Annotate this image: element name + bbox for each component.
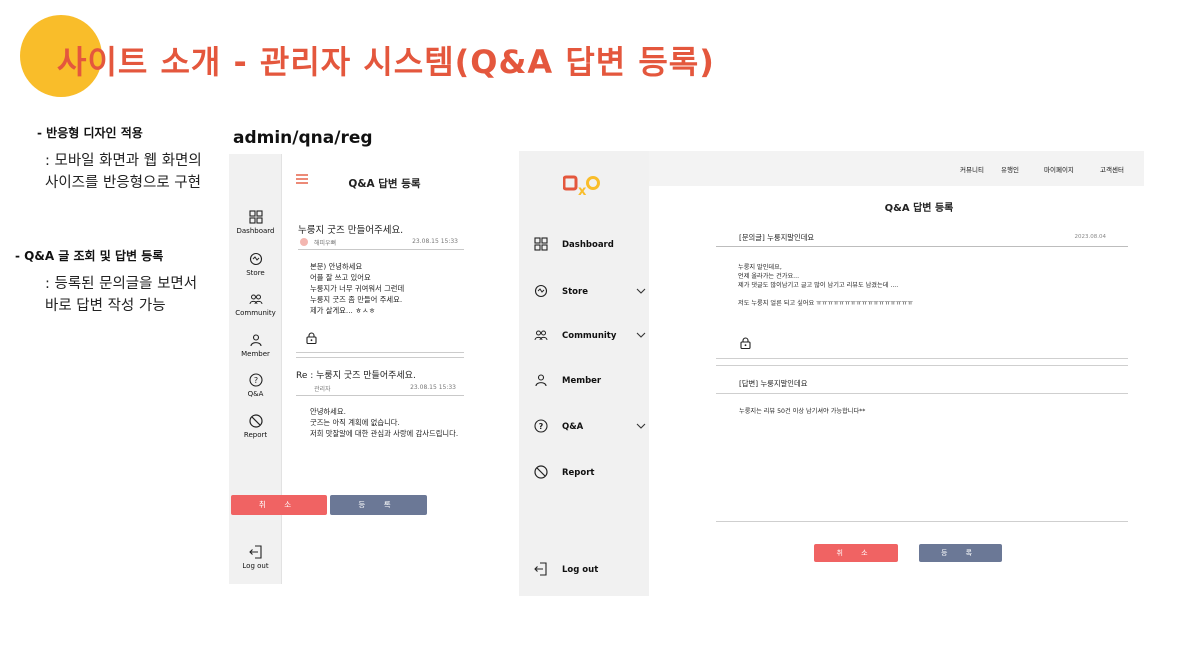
web-question-title: [문의글] 누룽지말인데요 [739, 233, 815, 242]
note-heading-qna: - Q&A 글 조회 및 답변 등록 [15, 249, 164, 263]
web-answer-title: [답변] 누룽지말인데요 [739, 379, 808, 388]
logout-icon [248, 545, 262, 559]
store-icon [249, 252, 262, 266]
web-nav-report[interactable]: Report [534, 465, 646, 483]
note-heading-responsive: - 반응형 디자인 적용 [37, 126, 143, 140]
report-icon [248, 414, 263, 428]
mobile-nav-dashboard[interactable]: Dashboard [229, 210, 282, 235]
mobile-question-body: 본문) 안녕하세요 어플 잘 쓰고 있어요 누룽지가 너무 귀여워서 그런데 누… [310, 262, 405, 315]
web-nav-label: Community [562, 331, 617, 341]
web-nav-label: Member [562, 376, 602, 386]
mobile-nav-label: Community [235, 309, 276, 317]
top-link-user[interactable]: 유행인 [1001, 164, 1019, 174]
mobile-question-title: 누룽지 굿즈 만들어주세요. [298, 225, 404, 236]
web-nav-member[interactable]: Member [534, 373, 646, 391]
top-link-mypage[interactable]: 마이페이지 [1044, 164, 1074, 174]
divider [716, 521, 1128, 522]
note-body-responsive: : 모바일 화면과 웹 화면의 사이즈를 반응형으로 구현 [45, 153, 202, 191]
mobile-answer-author: 관리자 [314, 386, 331, 393]
mobile-screen: Dashboard Store Community Member ? Q&A R… [229, 154, 487, 584]
chevron-down-icon[interactable] [636, 423, 646, 429]
mobile-page-title: Q&A 답변 등록 [348, 178, 421, 190]
mobile-nav-label: Member [241, 350, 270, 358]
mobile-nav-member[interactable]: Member [229, 333, 282, 358]
web-question-body: 누룽지 말인데요, 언제 올라가는 건가요... 제가 댓글도 많이남기고 글고… [738, 264, 913, 307]
svg-text:x: x [578, 184, 587, 197]
web-page-title: Q&A 답변 등록 [884, 203, 954, 214]
avatar [300, 238, 308, 246]
chevron-down-icon[interactable] [636, 332, 646, 338]
mobile-main: Q&A 답변 등록 누룽지 굿즈 만들어주세요. 해피우뻐 23.08.15 1… [282, 154, 487, 584]
divider [296, 357, 464, 358]
web-nav-label: Report [562, 468, 595, 478]
web-register-button[interactable]: 등 록 [919, 544, 1002, 562]
route-path: admin/qna/reg [233, 128, 373, 148]
store-icon [534, 284, 548, 298]
grid-icon [534, 237, 548, 251]
mobile-logout[interactable]: Log out [229, 545, 282, 570]
web-nav-label: Q&A [562, 422, 584, 432]
mobile-question-meta: 해피우뻐 23.08.15 15:33 [298, 236, 464, 250]
mobile-nav-label: Report [243, 431, 268, 439]
divider [716, 358, 1128, 359]
report-icon [534, 465, 548, 479]
web-logout[interactable]: Log out [534, 562, 646, 580]
mobile-nav-label: Dashboard [236, 227, 275, 235]
svg-text:?: ? [253, 376, 257, 385]
logout-icon [534, 562, 547, 576]
top-link-community[interactable]: 커뮤니티 [960, 164, 984, 174]
web-screen: x Dashboard Store Community Member ? Q&A [519, 151, 1144, 596]
mobile-nav-report[interactable]: Report [229, 414, 282, 439]
svg-text:?: ? [539, 422, 544, 431]
mobile-question-date: 23.08.15 15:33 [412, 238, 458, 245]
lock-icon [306, 332, 317, 344]
web-nav-qna[interactable]: ? Q&A [534, 419, 646, 437]
web-nav-community[interactable]: Community [534, 328, 646, 346]
question-icon: ? [534, 419, 548, 433]
mobile-sidebar: Dashboard Store Community Member ? Q&A R… [229, 154, 282, 584]
web-answer-textarea[interactable]: 누룽지는 리뷰 50건 이상 남기셔야 가능합니다** [739, 406, 865, 415]
mobile-logout-label: Log out [242, 562, 269, 570]
mobile-nav-label: Store [246, 269, 265, 277]
member-icon [249, 334, 262, 347]
mobile-nav-label: Q&A [247, 390, 264, 398]
community-icon [249, 294, 262, 305]
mobile-nav-community[interactable]: Community [229, 292, 282, 317]
mobile-nav-qna[interactable]: ? Q&A [229, 373, 282, 398]
mobile-answer-date: 23.08.15 15:33 [410, 384, 456, 391]
slide-title: 사이트 소개 - 관리자 시스템(Q&A 답변 등록) [57, 43, 715, 81]
mobile-cancel-button[interactable]: 취 소 [231, 495, 327, 515]
web-top-bar: 커뮤니티 유행인 마이페이지 고객센터 [649, 151, 1144, 186]
mobile-register-button[interactable]: 등 록 [330, 495, 427, 515]
note-body-qna: : 등록된 문의글을 보면서 바로 답변 작성 가능 [45, 276, 198, 314]
divider [716, 365, 1128, 366]
web-question-header: [문의글] 누룽지말인데요 2023.08.04 [716, 229, 1128, 247]
mobile-answer-title: Re : 누룽지 굿즈 만들어주세요. [296, 371, 416, 381]
mobile-answer-textarea[interactable]: 안녕하세요. 굿즈는 아직 계획에 없습니다. 저희 맛잘알에 대한 관심과 사… [310, 406, 458, 439]
web-nav-dashboard[interactable]: Dashboard [534, 237, 646, 255]
divider [716, 393, 1128, 394]
web-question-date: 2023.08.04 [1074, 234, 1107, 240]
community-icon [534, 330, 548, 341]
mobile-answer-meta: 관리자 23.08.15 15:33 [296, 382, 464, 396]
web-nav-label: Store [562, 287, 588, 297]
divider [296, 352, 464, 353]
mobile-nav-store[interactable]: Store [229, 252, 282, 277]
web-logout-label: Log out [562, 565, 599, 575]
web-sidebar: x Dashboard Store Community Member ? Q&A [519, 151, 649, 596]
grid-icon [248, 210, 263, 224]
lock-icon [740, 337, 751, 349]
member-icon [535, 374, 547, 387]
mobile-question-author: 해피우뻐 [314, 240, 337, 247]
web-cancel-button[interactable]: 취 소 [814, 544, 898, 562]
question-icon: ? [248, 373, 263, 387]
web-nav-label: Dashboard [562, 240, 614, 250]
top-link-support[interactable]: 고객센터 [1100, 164, 1124, 174]
chevron-down-icon[interactable] [636, 288, 646, 294]
brand-logo[interactable]: x [563, 173, 601, 197]
web-nav-store[interactable]: Store [534, 284, 646, 302]
